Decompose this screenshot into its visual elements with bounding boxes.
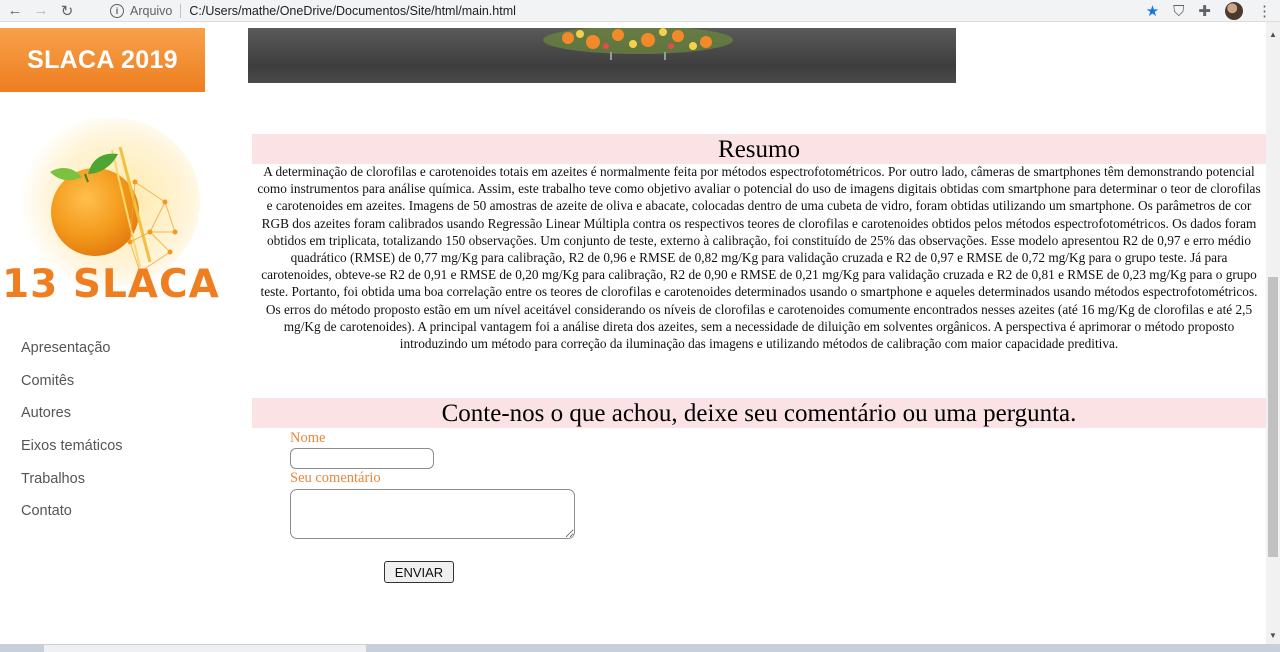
sidebar-item-apresentacao[interactable]: Apresentação <box>21 338 123 371</box>
submit-button[interactable]: ENVIAR <box>384 561 454 583</box>
resumo-title: Resumo <box>252 134 1266 164</box>
forward-arrow-icon[interactable]: → <box>30 0 52 22</box>
sidebar-item-comites[interactable]: Comitês <box>21 371 123 404</box>
sidebar-nav: Apresentação Comitês Autores Eixos temát… <box>21 338 123 534</box>
address-bar[interactable]: i Arquivo C:/Users/mathe/OneDrive/Docume… <box>98 1 1148 21</box>
flower-arrangement-image <box>543 28 733 60</box>
logo-wordmark: 13 SLACA <box>2 262 220 307</box>
hero-image <box>248 28 956 83</box>
scroll-down-arrow-icon[interactable]: ▼ <box>1269 631 1277 640</box>
profile-avatar[interactable] <box>1225 2 1243 20</box>
shield-icon[interactable]: ⛉ <box>1173 3 1184 20</box>
os-taskbar <box>0 644 1280 652</box>
sidebar-item-trabalhos[interactable]: Trabalhos <box>21 469 123 502</box>
browser-toolbar: ← → ↻ i Arquivo C:/Users/mathe/OneDrive/… <box>0 0 1280 22</box>
star-icon[interactable]: ★ <box>1146 2 1159 20</box>
brand-banner[interactable]: SLACA 2019 <box>0 28 205 92</box>
scrollbar-thumb[interactable] <box>1268 277 1278 557</box>
comment-label: Seu comentário <box>290 470 381 486</box>
scroll-up-arrow-icon[interactable]: ▲ <box>1269 30 1277 39</box>
page-viewport: SLACA 2019 13 SLACA Apresentação Comitês… <box>0 22 1266 644</box>
sidebar-item-eixos-tematicos[interactable]: Eixos temáticos <box>21 436 123 469</box>
omnibox-divider <box>180 4 182 18</box>
url-text[interactable]: C:/Users/mathe/OneDrive/Documentos/Site/… <box>189 4 516 18</box>
comment-form: Nome Seu comentário <box>290 430 575 539</box>
name-input[interactable] <box>290 448 434 469</box>
name-label: Nome <box>290 430 326 446</box>
info-icon[interactable]: i <box>110 4 124 18</box>
back-arrow-icon[interactable]: ← <box>4 0 26 22</box>
comment-textarea[interactable] <box>290 489 575 539</box>
puzzle-icon[interactable]: ✚ <box>1198 2 1211 20</box>
sidebar-item-autores[interactable]: Autores <box>21 403 123 436</box>
kebab-menu-icon[interactable]: ⋮ <box>1257 2 1272 20</box>
comment-section-title: Conte-nos o que achou, deixe seu comentá… <box>252 398 1266 428</box>
sidebar-item-contato[interactable]: Contato <box>21 501 123 534</box>
scheme-label: Arquivo <box>130 4 173 18</box>
taskbar-search-box[interactable] <box>44 645 366 652</box>
vertical-scrollbar[interactable]: ▲ ▼ <box>1266 22 1280 644</box>
resumo-text: A determinação de clorofilas e carotenoi… <box>257 164 1261 352</box>
reload-icon[interactable]: ↻ <box>56 0 78 22</box>
